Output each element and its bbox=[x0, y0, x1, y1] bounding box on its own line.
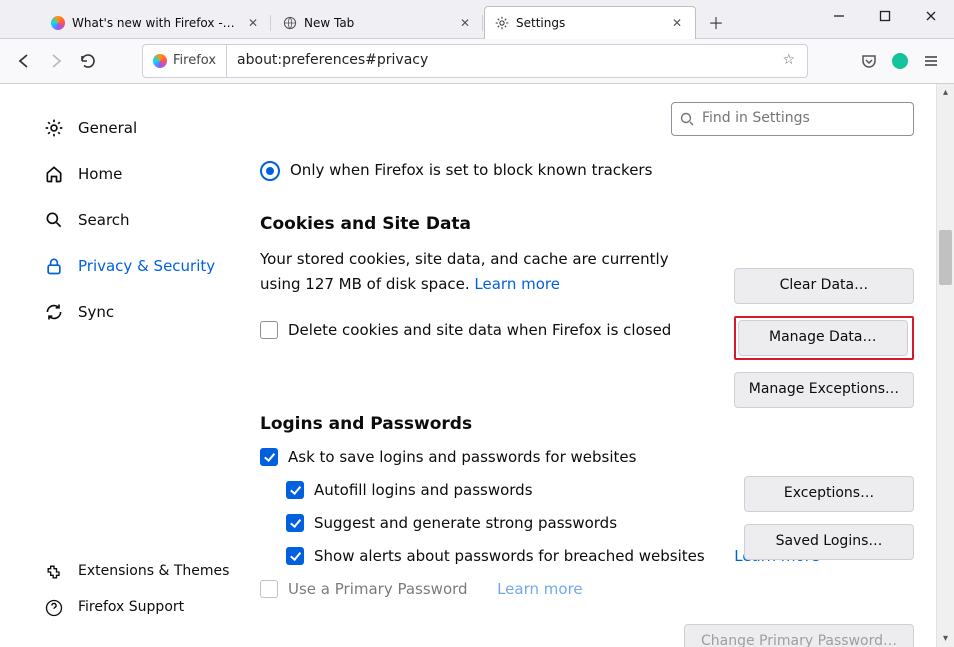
manage-data-highlight: Manage Data… bbox=[734, 316, 914, 360]
browser-tab[interactable]: New Tab ✕ bbox=[272, 7, 484, 38]
browser-toolbar: Firefox about:preferences#privacy ☆ bbox=[0, 39, 954, 84]
sidebar-firefox-support[interactable]: Firefox Support bbox=[0, 593, 250, 623]
pocket-icon[interactable] bbox=[860, 52, 878, 70]
firefox-icon bbox=[51, 16, 65, 30]
clear-data-button[interactable]: Clear Data… bbox=[734, 268, 914, 304]
settings-main: Only when Firefox is set to block known … bbox=[250, 84, 954, 647]
primary-learn-more-link[interactable]: Learn more bbox=[497, 579, 583, 600]
primary-password-checkbox[interactable]: Use a Primary Password Learn more bbox=[260, 579, 914, 600]
grammarly-icon[interactable] bbox=[892, 53, 908, 69]
gear-icon bbox=[44, 118, 64, 138]
checkbox-label: Use a Primary Password bbox=[288, 579, 468, 600]
window-minimize-button[interactable] bbox=[816, 0, 862, 32]
checkbox-label: Autofill logins and passwords bbox=[314, 480, 533, 501]
sidebar-item-privacy[interactable]: Privacy & Security bbox=[0, 246, 250, 286]
manage-data-button[interactable]: Manage Data… bbox=[738, 320, 908, 356]
section-heading-logins: Logins and Passwords bbox=[260, 413, 914, 437]
find-in-settings-input[interactable] bbox=[700, 108, 905, 130]
scroll-down-icon[interactable]: ▾ bbox=[937, 630, 954, 647]
search-icon bbox=[44, 210, 64, 230]
tab-label: New Tab bbox=[304, 15, 450, 32]
lock-icon bbox=[44, 256, 64, 276]
url-bar[interactable]: Firefox about:preferences#privacy ☆ bbox=[142, 44, 808, 78]
globe-icon bbox=[283, 16, 297, 30]
change-primary-password-button[interactable]: Change Primary Password… bbox=[684, 624, 914, 647]
browser-tab[interactable]: What's new with Firefox - More ✕ bbox=[40, 7, 272, 38]
sidebar-item-general[interactable]: General bbox=[0, 108, 250, 148]
checkbox-label: Ask to save logins and passwords for web… bbox=[288, 447, 636, 468]
gear-icon bbox=[495, 16, 509, 30]
settings-sidebar: General Home Search Privacy & Security S… bbox=[0, 84, 250, 647]
checkbox-label: Show alerts about passwords for breached… bbox=[314, 546, 705, 567]
checkbox-icon bbox=[260, 321, 278, 339]
sidebar-item-label: Privacy & Security bbox=[78, 256, 215, 277]
new-tab-button[interactable]: ＋ bbox=[702, 10, 730, 38]
find-in-settings[interactable] bbox=[671, 102, 914, 136]
checkbox-label: Suggest and generate strong passwords bbox=[314, 513, 617, 534]
close-tab-icon[interactable]: ✕ bbox=[457, 15, 473, 31]
radio-icon bbox=[260, 161, 280, 181]
forward-button[interactable] bbox=[46, 51, 66, 71]
ask-save-logins-checkbox[interactable]: Ask to save logins and passwords for web… bbox=[260, 447, 914, 468]
saved-logins-button[interactable]: Saved Logins… bbox=[744, 524, 914, 560]
scrollbar-thumb[interactable] bbox=[939, 230, 952, 285]
sidebar-item-label: Search bbox=[78, 210, 130, 231]
site-identity[interactable]: Firefox bbox=[143, 45, 227, 77]
app-menu-icon[interactable] bbox=[922, 52, 940, 70]
search-icon bbox=[680, 112, 694, 126]
bookmark-star-icon[interactable]: ☆ bbox=[770, 51, 807, 71]
sidebar-item-label: Firefox Support bbox=[78, 598, 184, 618]
scroll-up-icon[interactable]: ▴ bbox=[937, 84, 954, 101]
browser-tab-strip: What's new with Firefox - More ✕ New Tab… bbox=[0, 0, 954, 39]
puzzle-icon bbox=[44, 562, 64, 582]
reload-button[interactable] bbox=[78, 51, 98, 71]
scrollbar[interactable]: ▴ ▾ bbox=[936, 84, 954, 647]
close-tab-icon[interactable]: ✕ bbox=[245, 15, 261, 31]
sidebar-item-label: General bbox=[78, 118, 137, 139]
logins-exceptions-button[interactable]: Exceptions… bbox=[744, 476, 914, 512]
checkbox-icon bbox=[286, 481, 304, 499]
window-close-button[interactable] bbox=[908, 0, 954, 32]
tab-label: What's new with Firefox - More bbox=[72, 15, 238, 32]
sidebar-item-sync[interactable]: Sync bbox=[0, 292, 250, 332]
close-tab-icon[interactable]: ✕ bbox=[669, 15, 685, 31]
sidebar-item-label: Extensions & Themes bbox=[78, 562, 229, 582]
url-text: about:preferences#privacy bbox=[227, 51, 770, 71]
sync-icon bbox=[44, 302, 64, 322]
back-button[interactable] bbox=[14, 51, 34, 71]
sidebar-item-home[interactable]: Home bbox=[0, 154, 250, 194]
checkbox-icon bbox=[260, 448, 278, 466]
firefox-icon bbox=[153, 54, 167, 68]
browser-tab-active[interactable]: Settings ✕ bbox=[484, 6, 696, 39]
sidebar-item-label: Sync bbox=[78, 302, 114, 323]
delete-on-close-checkbox[interactable]: Delete cookies and site data when Firefo… bbox=[260, 320, 700, 341]
tab-label: Settings bbox=[516, 15, 662, 32]
home-icon bbox=[44, 164, 64, 184]
question-icon bbox=[44, 598, 64, 618]
cookies-learn-more-link[interactable]: Learn more bbox=[474, 275, 560, 293]
sidebar-extensions-themes[interactable]: Extensions & Themes bbox=[0, 557, 250, 587]
checkbox-icon bbox=[286, 547, 304, 565]
manage-exceptions-button[interactable]: Manage Exceptions… bbox=[734, 372, 914, 408]
checkbox-icon bbox=[286, 514, 304, 532]
window-maximize-button[interactable] bbox=[862, 0, 908, 32]
checkbox-icon bbox=[260, 580, 278, 598]
identity-label: Firefox bbox=[173, 52, 216, 70]
sidebar-item-label: Home bbox=[78, 164, 122, 185]
radio-label: Only when Firefox is set to block known … bbox=[290, 160, 652, 181]
checkbox-label: Delete cookies and site data when Firefo… bbox=[288, 320, 671, 341]
sidebar-item-search[interactable]: Search bbox=[0, 200, 250, 240]
cookies-storage-desc: Your stored cookies, site data, and cach… bbox=[260, 247, 700, 298]
tcp-radio-known-trackers[interactable]: Only when Firefox is set to block known … bbox=[260, 160, 914, 181]
section-heading-cookies: Cookies and Site Data bbox=[260, 213, 914, 237]
